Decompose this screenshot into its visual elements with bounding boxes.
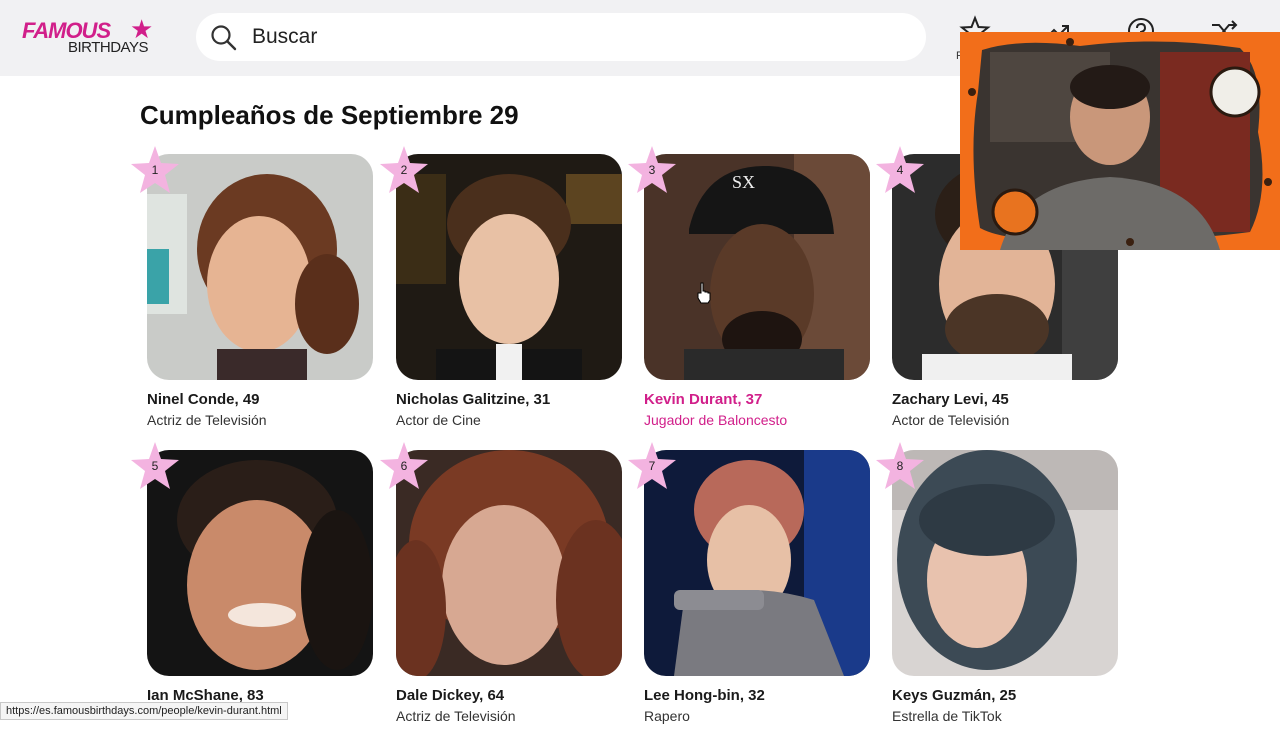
rank-number: 6 — [400, 459, 408, 473]
celebrity-card[interactable]: 1 Ninel Conde, 49 Actriz de Televisión — [131, 146, 375, 434]
rank-number: 1 — [151, 163, 159, 177]
search-icon — [211, 25, 237, 51]
rank-number: 3 — [648, 163, 656, 177]
rank-number: 5 — [151, 459, 159, 473]
rank-badge: 1 — [129, 144, 181, 196]
celebrity-name[interactable]: Nicholas Galitzine, 31 — [396, 391, 550, 408]
celebrity-card[interactable]: 2 Nicholas Galitzine, 31 Actor de Cine — [380, 146, 624, 434]
celebrity-profession: Actriz de Televisión — [147, 412, 267, 428]
svg-text:SX: SX — [732, 172, 755, 192]
celebrity-card[interactable]: SX 3 Kevin Durant, 37 Jugador de Balonce… — [628, 146, 872, 434]
rank-badge: 2 — [378, 144, 430, 196]
page-title: Cumpleaños de Septiembre 29 — [140, 100, 519, 130]
search-bar[interactable] — [196, 13, 926, 61]
mouse-cursor-icon — [697, 282, 711, 304]
celebrity-name[interactable]: Kevin Durant, 37 — [644, 391, 762, 408]
celebrity-profession: Jugador de Baloncesto — [644, 412, 788, 428]
celebrity-profession: Rapero — [644, 708, 690, 724]
celebrity-name[interactable]: Ninel Conde, 49 — [147, 391, 260, 408]
famous-birthdays-logo[interactable]: FAMOUS ★ BIRTHDAYS — [22, 16, 162, 58]
rank-badge: 3 — [626, 144, 678, 196]
celebrity-profession: Actor de Televisión — [892, 412, 1010, 428]
rank-number: 4 — [896, 163, 904, 177]
rank-number: 7 — [648, 459, 656, 473]
celebrity-name[interactable]: Keys Guzmán, 25 — [892, 687, 1016, 704]
celebrity-card[interactable]: 7 Lee Hong-bin, 32 Rapero — [628, 442, 872, 730]
rank-number: 2 — [400, 163, 408, 177]
celebrity-name[interactable]: Lee Hong-bin, 32 — [644, 687, 765, 704]
search-input[interactable] — [252, 22, 892, 52]
status-bar-url: https://es.famousbirthdays.com/people/ke… — [0, 702, 288, 720]
rank-badge: 5 — [129, 440, 181, 492]
webcam-overlay — [960, 32, 1280, 250]
celebrity-profession: Actor de Cine — [396, 412, 481, 428]
celebrity-profession: Estrella de TikTok — [892, 708, 1002, 724]
celebrity-card[interactable]: 5 Ian McShane, 83 — [131, 442, 375, 730]
rank-badge: 4 — [874, 144, 926, 196]
rank-badge: 6 — [378, 440, 430, 492]
celebrity-name[interactable]: Dale Dickey, 64 — [396, 687, 504, 704]
celebrity-card[interactable]: 6 Dale Dickey, 64 Actriz de Televisión — [380, 442, 624, 730]
celebrity-card[interactable]: 8 Keys Guzmán, 25 Estrella de TikTok — [876, 442, 1120, 730]
logo-birthdays-text: BIRTHDAYS — [68, 39, 148, 56]
celebrity-name[interactable]: Zachary Levi, 45 — [892, 391, 1009, 408]
rank-badge: 7 — [626, 440, 678, 492]
rank-number: 8 — [896, 459, 904, 473]
rank-badge: 8 — [874, 440, 926, 492]
celebrity-profession: Actriz de Televisión — [396, 708, 516, 724]
